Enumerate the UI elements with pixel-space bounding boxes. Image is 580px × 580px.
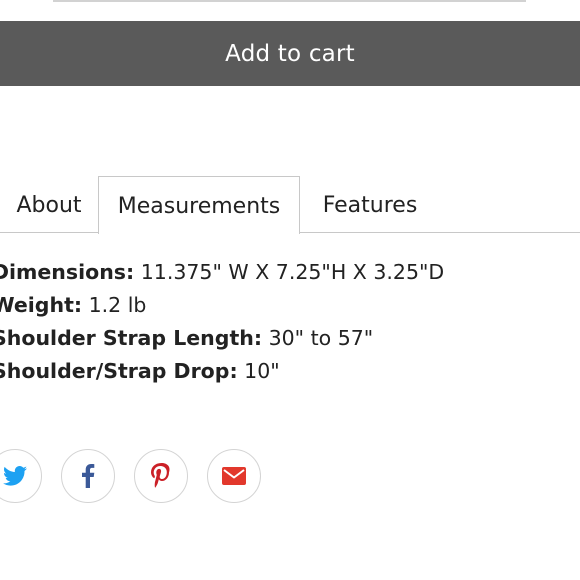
product-tabs: About Measurements Features <box>0 176 580 234</box>
share-twitter-button[interactable] <box>0 449 42 503</box>
spec-label: Shoulder/Strap Drop: <box>0 359 238 383</box>
tab-measurements[interactable]: Measurements <box>98 176 300 234</box>
email-icon <box>222 467 246 485</box>
add-to-cart-button[interactable]: Add to cart <box>0 21 580 86</box>
share-facebook-button[interactable] <box>61 449 115 503</box>
product-page: Add to cart About Measurements Features … <box>0 0 580 580</box>
top-divider <box>53 0 526 2</box>
pinterest-icon <box>151 463 170 488</box>
spec-label: Dimensions: <box>0 260 135 284</box>
spec-value: 11.375" W X 7.25"H X 3.25"D <box>140 260 445 284</box>
tab-features[interactable]: Features <box>300 176 440 233</box>
facebook-icon <box>82 464 95 488</box>
tab-about[interactable]: About <box>0 176 98 233</box>
spec-value: 10" <box>244 359 280 383</box>
spec-label: Weight: <box>0 293 83 317</box>
spec-value: 30" to 57" <box>268 326 374 350</box>
share-email-button[interactable] <box>207 449 261 503</box>
twitter-icon <box>3 466 27 486</box>
measurements-panel: Dimensions: 11.375" W X 7.25"H X 3.25"D … <box>0 256 444 388</box>
share-pinterest-button[interactable] <box>134 449 188 503</box>
spec-row-weight: Weight: 1.2 lb <box>0 289 444 322</box>
spec-row-dimensions: Dimensions: 11.375" W X 7.25"H X 3.25"D <box>0 256 444 289</box>
spec-label: Shoulder Strap Length: <box>0 326 263 350</box>
spec-row-strap-length: Shoulder Strap Length: 30" to 57" <box>0 322 444 355</box>
spec-row-strap-drop: Shoulder/Strap Drop: 10" <box>0 355 444 388</box>
share-buttons <box>0 449 580 507</box>
spec-value: 1.2 lb <box>88 293 147 317</box>
